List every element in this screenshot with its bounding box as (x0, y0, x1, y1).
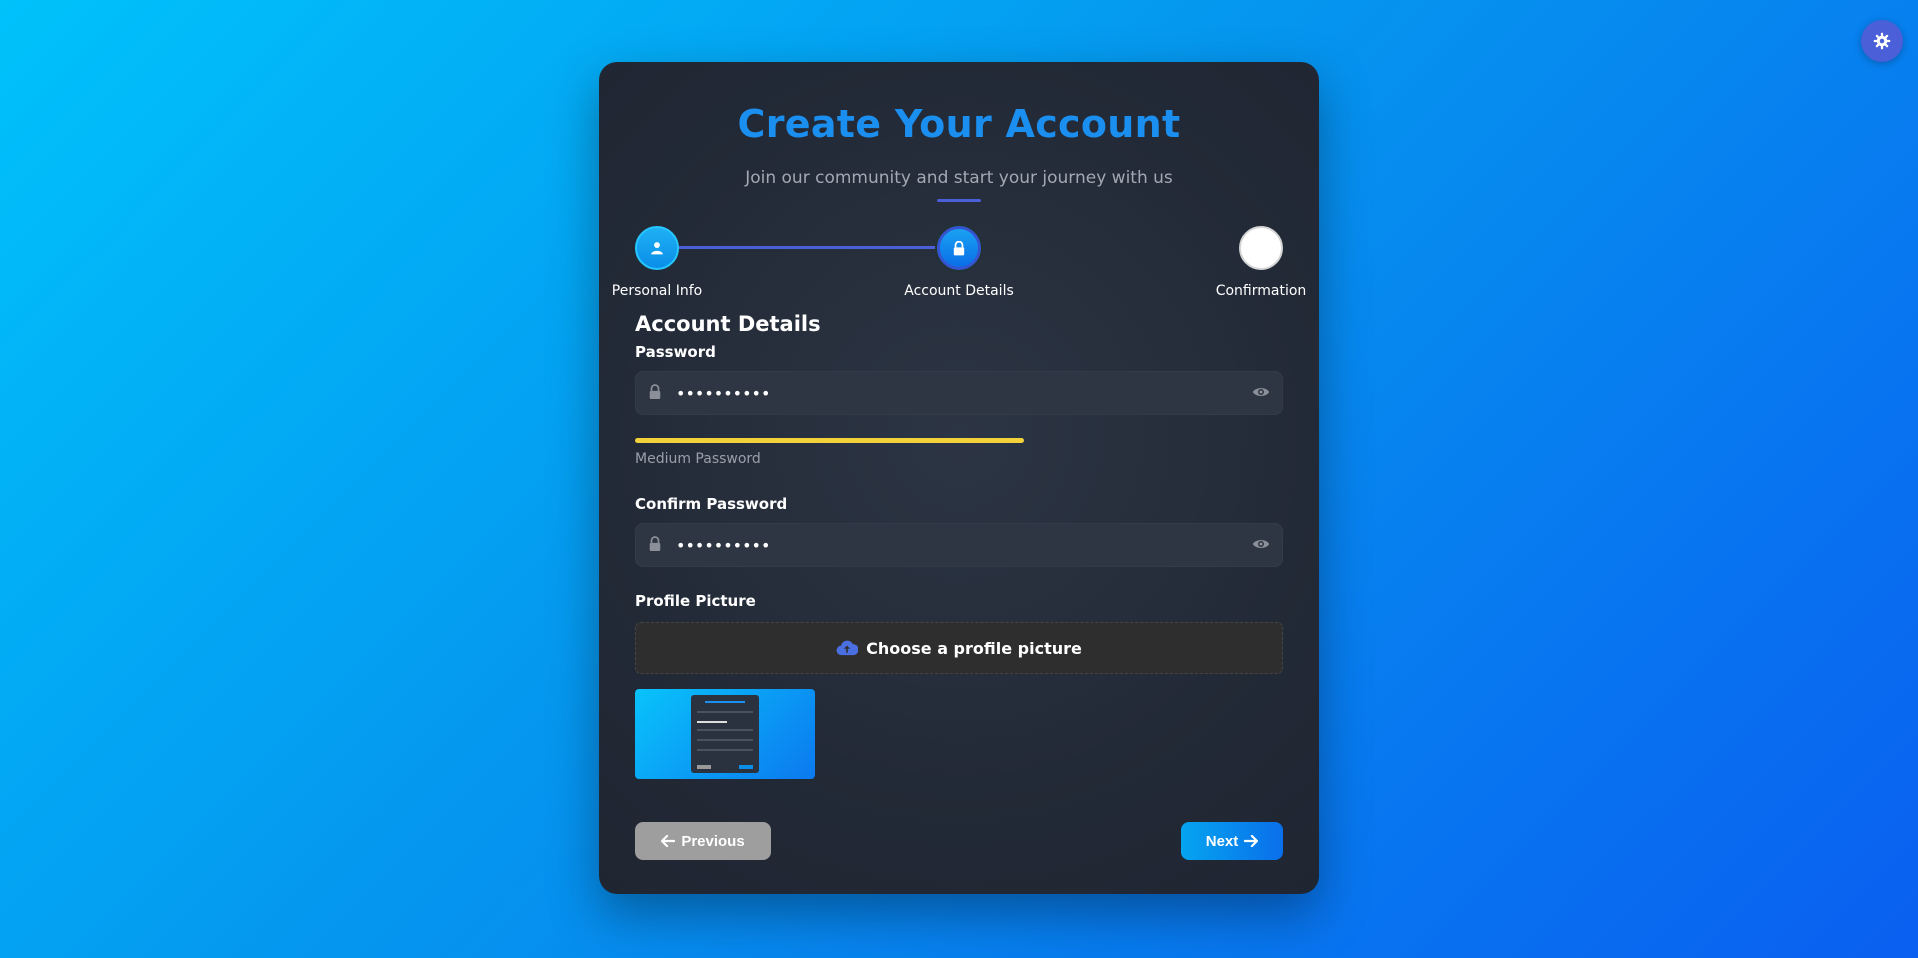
password-strength-meter (635, 438, 1283, 443)
step-progress-line (657, 246, 962, 249)
confirm-password-label: Confirm Password (635, 495, 788, 513)
user-icon (651, 242, 663, 255)
signup-card: Create Your Account Join our community a… (599, 62, 1319, 894)
previous-button[interactable]: Previous (635, 822, 771, 860)
confirm-password-field-wrapper (635, 523, 1283, 567)
step-personal-info[interactable] (635, 226, 679, 270)
next-button[interactable]: Next (1181, 822, 1283, 860)
step-confirmation[interactable] (1239, 226, 1283, 270)
previous-button-label: Previous (681, 832, 745, 850)
step-label-personal-info: Personal Info (611, 283, 703, 299)
gear-icon (1873, 32, 1891, 50)
lock-icon (953, 240, 965, 255)
page-subtitle: Join our community and start your journe… (745, 168, 1173, 188)
section-title: Account Details (635, 312, 821, 336)
profile-picture-preview (635, 689, 815, 779)
lock-icon (649, 536, 661, 551)
confirm-password-input[interactable] (676, 524, 1236, 566)
next-button-label: Next (1205, 832, 1239, 850)
password-strength-fill (635, 438, 1024, 443)
theme-toggle-button[interactable] (1861, 20, 1903, 62)
upload-text: Choose a profile picture (866, 638, 1082, 658)
password-label: Password (635, 343, 716, 361)
arrow-left-icon (661, 835, 676, 847)
password-strength-text: Medium Password (635, 451, 761, 467)
eye-icon[interactable] (1252, 385, 1270, 399)
password-input[interactable] (676, 372, 1236, 414)
profile-picture-label: Profile Picture (635, 592, 756, 610)
page-title: Create Your Account (737, 102, 1181, 146)
preview-thumbnail-card (691, 695, 759, 773)
arrow-right-icon (1244, 835, 1259, 847)
cloud-upload-icon (836, 640, 859, 656)
eye-icon[interactable] (1252, 537, 1270, 551)
password-field-wrapper (635, 371, 1283, 415)
step-label-confirmation: Confirmation (1215, 283, 1307, 299)
title-divider (937, 199, 981, 202)
step-label-account-details: Account Details (904, 283, 1014, 299)
profile-picture-upload[interactable]: Choose a profile picture (635, 622, 1283, 674)
lock-icon (649, 384, 661, 399)
step-account-details[interactable] (937, 226, 981, 270)
